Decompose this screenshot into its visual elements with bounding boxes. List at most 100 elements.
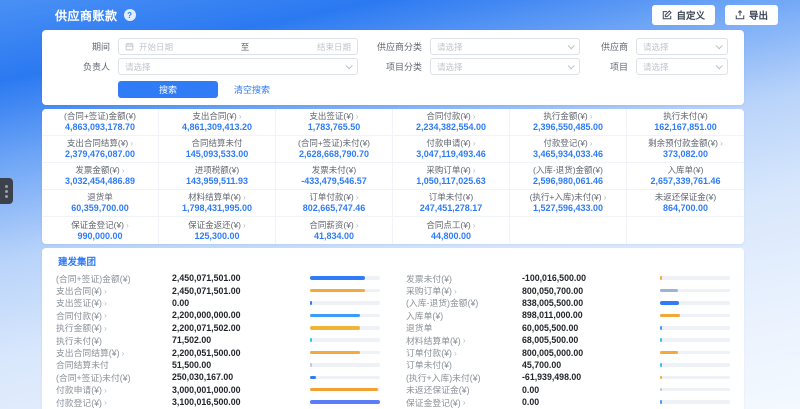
metric-value: 3,000,001,000.00: [172, 385, 304, 395]
metric-bar-track: [310, 363, 380, 367]
clear-search-link[interactable]: 清空搜索: [234, 83, 270, 96]
chevron-right-icon: ›: [104, 287, 107, 295]
chevron-right-icon: ›: [590, 139, 593, 147]
summary-cell: [627, 217, 744, 244]
export-label: 导出: [749, 8, 768, 22]
summary-cell[interactable]: (执行+入库)未付(¥)›1,527,596,433.00: [510, 190, 627, 217]
metric-row: 付款登记(¥)›3,100,016,500.00: [56, 396, 380, 408]
top-actions: 自定义 导出: [652, 5, 778, 25]
metric-value: -61,939,498.00: [522, 372, 654, 382]
metric-bar-fill: [660, 338, 662, 342]
summary-cell[interactable]: 付款登记(¥)›3,465,934,033.46: [510, 136, 627, 163]
summary-cell[interactable]: 合同薪资(¥)›41,834.00: [276, 217, 393, 244]
calendar-icon: [125, 38, 134, 56]
summary-cell[interactable]: 合同点工(¥)›44,800.00: [393, 217, 510, 244]
metric-label: 发票未付(¥): [406, 272, 516, 285]
summary-cell[interactable]: 合同付款(¥)›2,234,382,554.00: [393, 109, 510, 136]
summary-cell: (入库-退货)金额(¥)2,596,980,061.46: [510, 163, 627, 190]
supplier-category-select[interactable]: 请选择: [430, 38, 580, 55]
summary-cell-label: 支出合同结算(¥)›: [67, 138, 133, 148]
filter-row-1: 期间 开始日期 至 结束日期 供应商分类 请选择 供应商: [58, 38, 728, 55]
summary-cell[interactable]: 支出合同(¥)›4,861,309,413.20: [159, 109, 276, 136]
metric-bar-fill: [660, 351, 678, 355]
metric-label[interactable]: 订单付款(¥)›: [406, 346, 516, 359]
summary-cell-value: 864,700.00: [663, 203, 708, 214]
metric-bar-fill: [660, 363, 662, 367]
summary-cell: (合同+签证)金额(¥)4,863,093,178.70: [42, 109, 159, 136]
summary-cell[interactable]: 付款申请(¥)›3,047,119,493.46: [393, 136, 510, 163]
search-button[interactable]: 搜索: [118, 81, 218, 98]
metric-label[interactable]: 执行金额(¥)›: [56, 321, 166, 334]
customize-button[interactable]: 自定义: [652, 5, 715, 25]
metric-bar-track: [310, 326, 380, 330]
metric-row: 合同付款(¥)›2,200,000,000.00: [56, 309, 380, 321]
summary-cell-value: 44,800.00: [431, 231, 471, 242]
summary-grid: (合同+签证)金额(¥)4,863,093,178.70支出合同(¥)›4,86…: [42, 109, 744, 244]
summary-cell[interactable]: 执行金额(¥)›2,396,550,485.00: [510, 109, 627, 136]
summary-cell[interactable]: 保证金登记(¥)›990,000.00: [42, 217, 159, 244]
metric-label[interactable]: 支出合同结算(¥)›: [56, 346, 166, 359]
summary-cell-label: 执行未付(¥): [663, 111, 707, 121]
metric-bar-fill: [310, 400, 380, 404]
chevron-right-icon: ›: [104, 398, 107, 406]
summary-panel: (合同+签证)金额(¥)4,863,093,178.70支出合同(¥)›4,86…: [42, 109, 744, 244]
metric-row: 订单付款(¥)› 800,005,000.00: [406, 346, 730, 358]
summary-cell-label: (合同+签证)金额(¥): [64, 111, 136, 121]
metric-label[interactable]: 材料结算单(¥)›: [406, 334, 516, 347]
group-metric-columns: (合同+签证)金额(¥)2,450,071,501.00支出合同(¥)›2,45…: [56, 272, 730, 409]
metric-label[interactable]: 保证金登记(¥)›: [406, 396, 516, 409]
supplier-select[interactable]: 请选择: [636, 38, 728, 55]
metric-value: 68,005,500.00: [522, 335, 654, 345]
summary-cell-label: 支出合同(¥)›: [192, 111, 241, 121]
project-category-select[interactable]: 请选择: [430, 58, 580, 75]
chevron-right-icon: ›: [104, 299, 107, 307]
summary-cell[interactable]: 剩余预付款金额(¥)›373,082.00: [627, 136, 744, 163]
metric-bar-fill: [310, 289, 365, 293]
metric-label: 订单未付(¥): [406, 358, 516, 371]
project-select[interactable]: 请选择: [636, 58, 728, 75]
metric-label[interactable]: 付款申请(¥)›: [56, 383, 166, 396]
chevron-right-icon: ›: [130, 139, 133, 147]
metric-value: 800,005,000.00: [522, 348, 654, 358]
metric-row: 支出合同(¥)›2,450,071,501.00: [56, 284, 380, 296]
summary-cell-label: 订单未付(¥): [429, 192, 473, 202]
export-button[interactable]: 导出: [725, 5, 778, 25]
metric-bar-fill: [660, 289, 678, 293]
summary-cell: (合同+签证)未付(¥)2,628,668,790.70: [276, 136, 393, 163]
metric-label[interactable]: 采购订单(¥)›: [406, 284, 516, 297]
metric-label[interactable]: 支出签证(¥)›: [56, 296, 166, 309]
summary-cell[interactable]: 材料结算单(¥)›1,798,431,995.00: [159, 190, 276, 217]
summary-cell-value: 145,093,533.00: [186, 149, 249, 160]
help-icon[interactable]: ?: [124, 9, 136, 21]
metric-label[interactable]: 付款登记(¥)›: [56, 396, 166, 409]
summary-cell[interactable]: 发票金额(¥)›3,032,454,486.89: [42, 163, 159, 190]
chevron-down-icon: [346, 62, 353, 69]
summary-cell-label: 合同结算未付: [191, 138, 242, 148]
summary-cell-value: 2,596,980,061.46: [533, 176, 603, 187]
owner-select[interactable]: 请选择: [118, 58, 358, 75]
summary-cell-label: 合同付款(¥)›: [426, 111, 475, 121]
summary-cell[interactable]: 订单付款(¥)›802,665,747.46: [276, 190, 393, 217]
metric-label[interactable]: 支出合同(¥)›: [56, 284, 166, 297]
side-drawer-handle[interactable]: [0, 178, 13, 204]
summary-cell[interactable]: 支出签证(¥)›1,783,765.50: [276, 109, 393, 136]
filter-row-2: 负责人 请选择 项目分类 请选择 项目 请选择: [58, 58, 728, 75]
summary-cell[interactable]: 采购订单(¥)›1,050,117,025.63: [393, 163, 510, 190]
metric-bar-track: [660, 326, 730, 330]
metric-bar-fill: [310, 314, 360, 318]
metric-label[interactable]: 合同付款(¥)›: [56, 309, 166, 322]
group-name[interactable]: 建发集团: [58, 254, 730, 268]
chevron-right-icon: ›: [454, 287, 457, 295]
period-range-input[interactable]: 开始日期 至 结束日期: [118, 38, 358, 55]
metric-label: (入库-退货)金额(¥): [406, 296, 516, 309]
metric-bar-track: [660, 363, 730, 367]
summary-cell-value: 990,000.00: [77, 231, 122, 242]
summary-cell: 发票未付(¥)-433,479,546.57: [276, 163, 393, 190]
metric-bar-track: [310, 338, 380, 342]
summary-cell[interactable]: 保证金返还(¥)›125,300.00: [159, 217, 276, 244]
summary-cell[interactable]: 支出合同结算(¥)›2,379,476,087.00: [42, 136, 159, 163]
chevron-right-icon: ›: [604, 193, 607, 201]
export-icon: [735, 10, 745, 20]
metric-value: 2,200,051,500.00: [172, 348, 304, 358]
chevron-down-icon: [568, 62, 575, 69]
